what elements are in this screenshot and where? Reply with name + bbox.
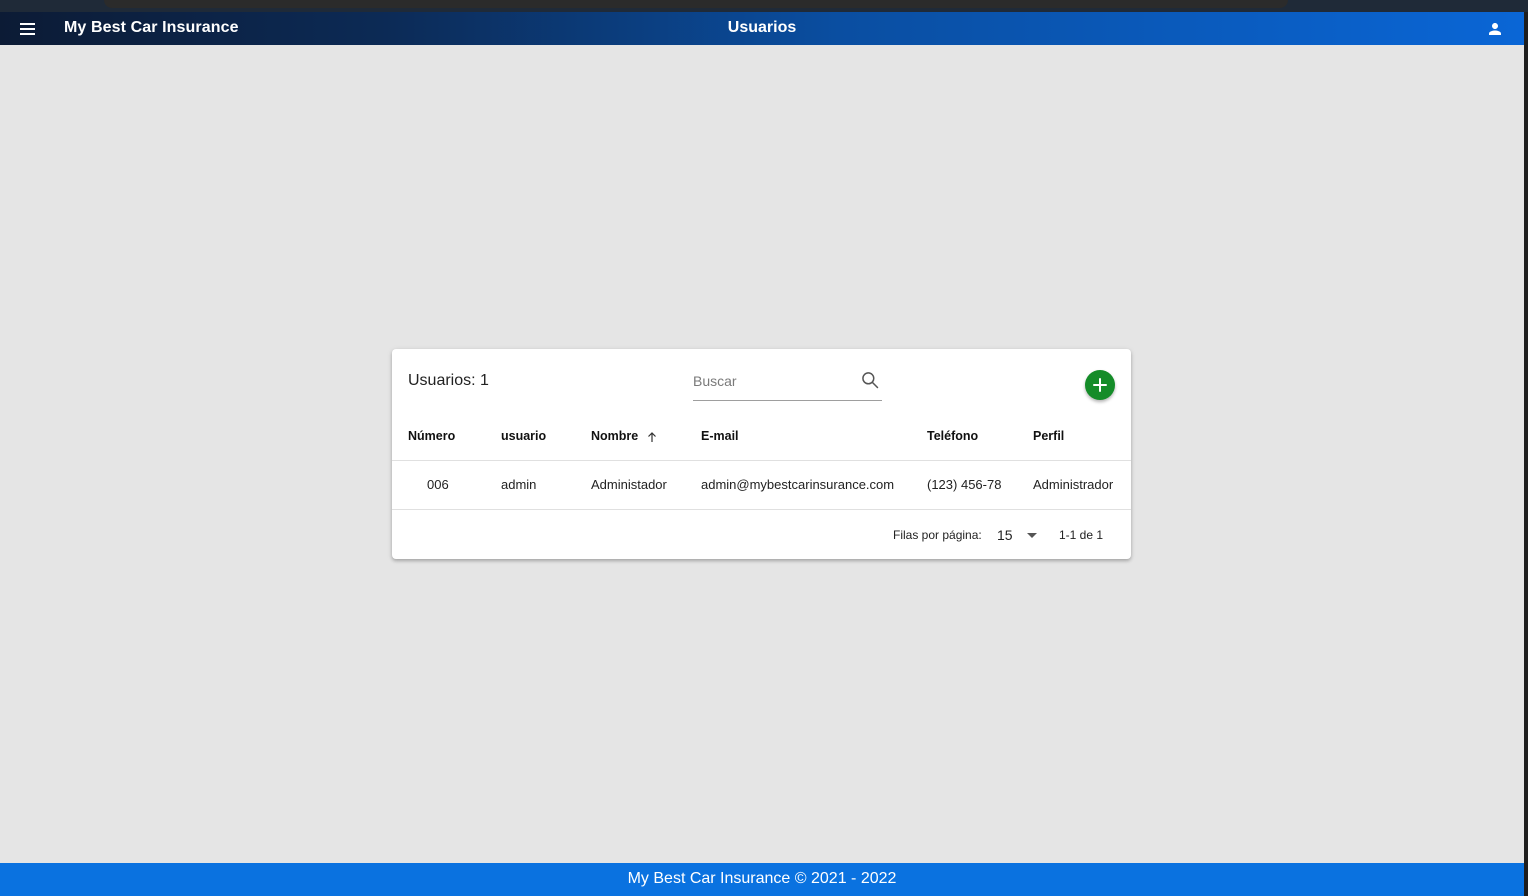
column-header-nombre[interactable]: Nombre — [591, 429, 658, 443]
cell-nombre: Administador — [591, 477, 667, 492]
column-header-telefono[interactable]: Teléfono — [927, 429, 978, 443]
page-footer: My Best Car Insurance © 2021 - 2022 — [0, 863, 1524, 896]
account-icon[interactable] — [1486, 20, 1504, 38]
cell-email: admin@mybestcarinsurance.com — [701, 477, 895, 492]
add-user-button[interactable] — [1085, 370, 1115, 400]
column-header-perfil[interactable]: Perfil — [1033, 429, 1064, 443]
pagination-bar: Filas por página: 15 1-1 de 1 — [392, 509, 1131, 559]
rows-per-page-label: Filas por página: — [893, 528, 982, 542]
arrow-up-icon[interactable] — [646, 431, 658, 443]
browser-toolbar — [0, 0, 1528, 12]
search-field[interactable] — [693, 366, 882, 401]
browser-address-bar[interactable] — [104, 0, 1288, 8]
column-header-email[interactable]: E-mail — [701, 429, 739, 443]
pagination-range: 1-1 de 1 — [1059, 528, 1104, 542]
cell-perfil: Administrador — [1033, 477, 1114, 492]
window-scroll-edge — [1524, 12, 1528, 896]
search-input[interactable] — [693, 370, 853, 392]
header-divider — [392, 460, 1131, 461]
column-header-usuario[interactable]: usuario — [501, 429, 546, 443]
cell-numero: 006 — [427, 477, 449, 492]
rows-per-page-select[interactable]: 15 — [997, 525, 1039, 545]
page-title: Usuarios — [727, 19, 797, 36]
users-card: Usuarios: 1 Número usuario Nombre E-mail… — [392, 349, 1131, 559]
column-header-nombre-label: Nombre — [591, 429, 639, 443]
rows-per-page-value: 15 — [997, 527, 1013, 543]
search-icon[interactable] — [860, 370, 880, 390]
app-bar: My Best Car Insurance Usuarios — [0, 12, 1524, 45]
users-count-title: Usuarios: 1 — [408, 372, 489, 389]
cell-telefono: (123) 456-78 — [927, 477, 1002, 492]
plus-icon — [1093, 378, 1107, 392]
column-header-numero[interactable]: Número — [408, 429, 455, 443]
caret-down-icon — [1027, 533, 1037, 538]
cell-usuario: admin — [501, 477, 537, 492]
